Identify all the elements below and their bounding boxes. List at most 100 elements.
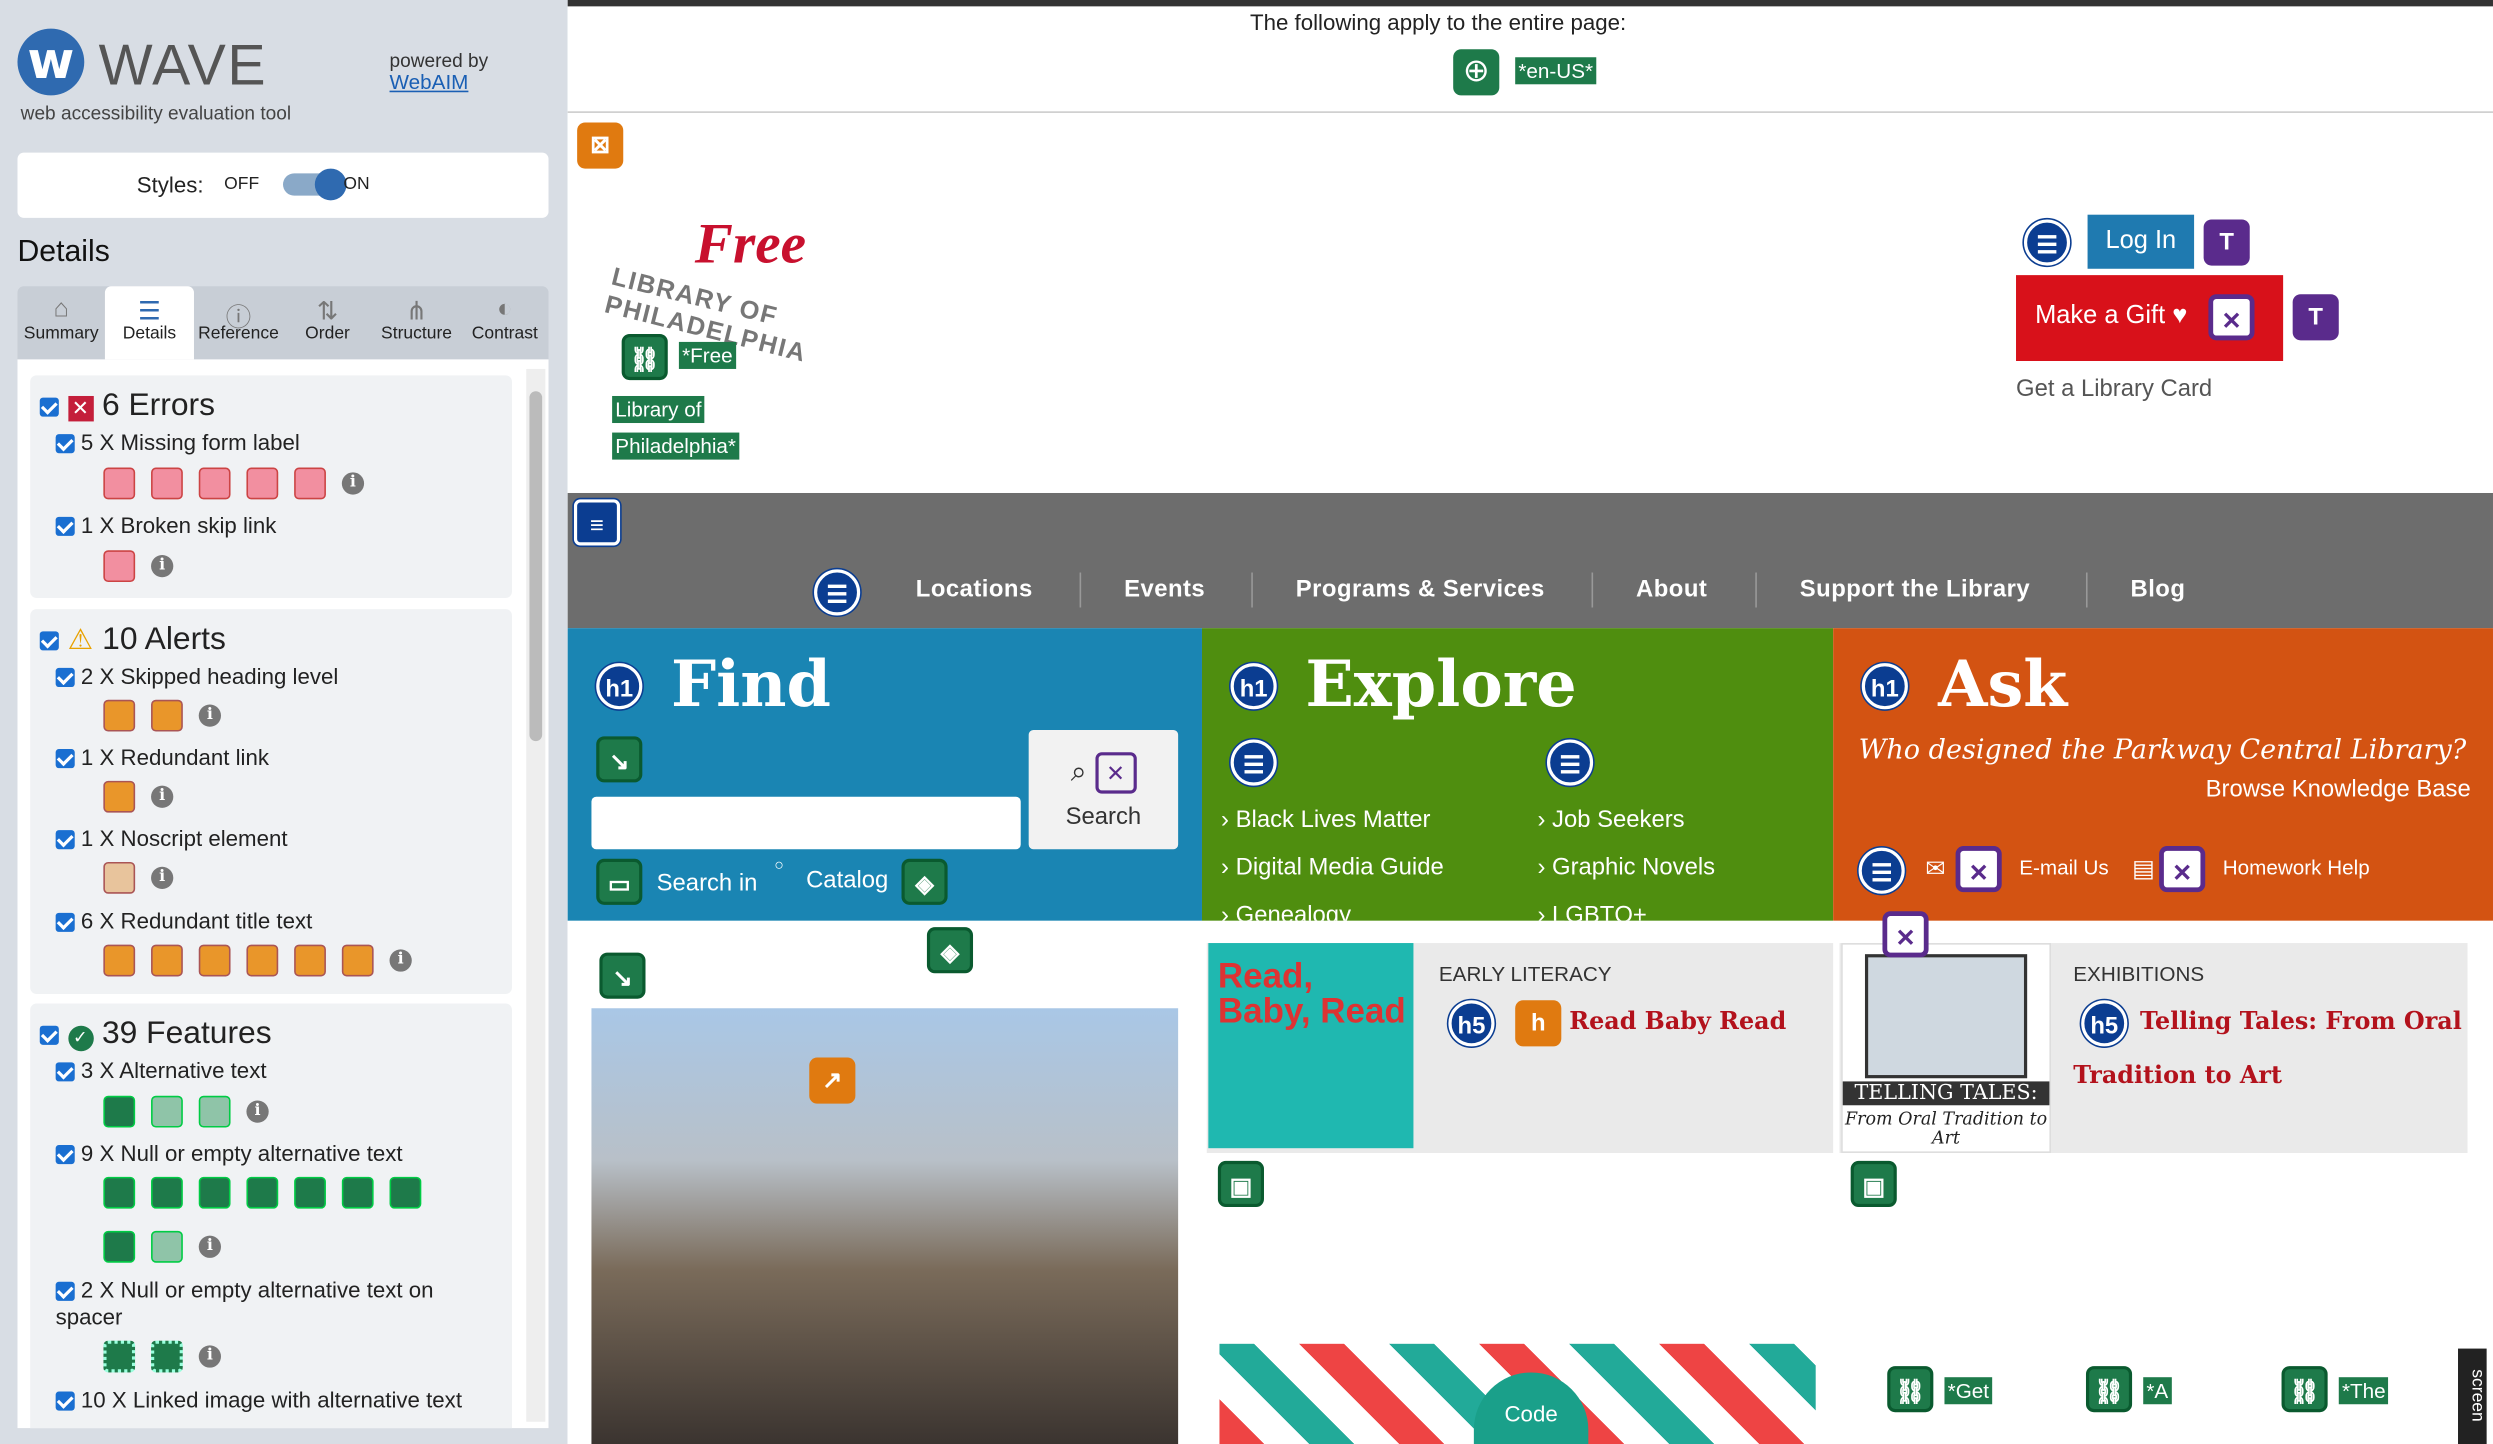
- aria-icon[interactable]: ✕: [2159, 846, 2206, 893]
- null-alt-icon[interactable]: [389, 1176, 422, 1209]
- aria-icon[interactable]: ✕: [1955, 846, 2002, 893]
- explore-link[interactable]: › Job Seekers: [1537, 806, 1684, 833]
- redundant-link-icon[interactable]: [103, 780, 136, 813]
- code-banner-image[interactable]: Code: [1219, 1343, 1816, 1444]
- info-icon[interactable]: i: [151, 555, 174, 578]
- search-input[interactable]: [591, 796, 1021, 850]
- telling-tales-link[interactable]: Tradition to Art: [2073, 1048, 2282, 1102]
- alert-item[interactable]: 1 X Redundant link: [55, 744, 269, 770]
- null-alt-icon[interactable]: [341, 1176, 374, 1209]
- nav-events[interactable]: Events: [1124, 576, 1205, 603]
- explore-link[interactable]: › Graphic Novels: [1537, 854, 1715, 881]
- h1-icon[interactable]: h1: [1230, 663, 1277, 710]
- error-item-missing-label[interactable]: 5 X Missing form label: [55, 429, 300, 455]
- tab-reference[interactable]: ⓘ Reference: [194, 286, 283, 359]
- item-checkbox[interactable]: [55, 1391, 75, 1412]
- item-checkbox[interactable]: [55, 517, 75, 537]
- list-structure-icon[interactable]: ☰: [1230, 739, 1277, 786]
- redundant-title-icon[interactable]: T: [2292, 294, 2339, 341]
- exhibitions-card[interactable]: TELLING TALES: From Oral Tradition to Ar…: [1839, 943, 2468, 1153]
- redundant-title-icon[interactable]: [294, 944, 326, 977]
- tab-order[interactable]: ⇅ Order: [283, 286, 372, 359]
- broken-skip-icon[interactable]: [103, 550, 136, 583]
- h1-icon[interactable]: h1: [1861, 663, 1908, 710]
- read-baby-read-link[interactable]: Read Baby Read: [1569, 994, 1786, 1048]
- linked-image-icon[interactable]: ⛓: [1887, 1366, 1934, 1413]
- skip-link-icon[interactable]: ↘: [599, 952, 646, 999]
- feature-item[interactable]: 10 X Linked image with alternative text: [55, 1387, 462, 1412]
- explore-link[interactable]: › Genealogy: [1221, 902, 1351, 921]
- item-checkbox[interactable]: [55, 668, 75, 688]
- linked-image-icon[interactable]: ⛓: [2085, 1366, 2133, 1413]
- knowledge-base-link[interactable]: Browse Knowledge Base: [2206, 776, 2471, 803]
- homework-link[interactable]: Homework Help: [2223, 856, 2370, 880]
- null-alt-icon[interactable]: ▣: [1850, 1160, 1897, 1208]
- noscript-icon[interactable]: [103, 861, 136, 894]
- spacer-icon[interactable]: [151, 1340, 183, 1373]
- early-literacy-card[interactable]: Read, Baby, Read EARLY LITERACY h5 h Rea…: [1206, 943, 1834, 1153]
- null-alt-icon[interactable]: [246, 1176, 279, 1209]
- feature-item[interactable]: 3 X Alternative text: [55, 1058, 267, 1083]
- alt-text-icon[interactable]: [151, 1095, 183, 1128]
- info-icon[interactable]: i: [151, 785, 174, 808]
- screen-tab[interactable]: screen: [2458, 1348, 2487, 1444]
- skipped-heading-icon[interactable]: [151, 699, 183, 732]
- nav-programs[interactable]: Programs & Services: [1296, 576, 1545, 603]
- spacer-icon[interactable]: [103, 1340, 136, 1373]
- redundant-title-icon[interactable]: [151, 944, 183, 977]
- item-checkbox[interactable]: [55, 749, 75, 769]
- null-alt-icon[interactable]: ▣: [1217, 1160, 1264, 1208]
- alt-text-icon[interactable]: [198, 1095, 231, 1128]
- email-link[interactable]: E-mail Us: [2019, 856, 2109, 880]
- null-alt-icon[interactable]: [294, 1176, 326, 1209]
- redundant-title-icon[interactable]: [103, 944, 136, 977]
- feature-item[interactable]: 2 X Null or empty alternative text on sp…: [55, 1277, 485, 1331]
- null-alt-icon[interactable]: [151, 1230, 183, 1263]
- aria-icon[interactable]: ✕: [1882, 911, 1929, 958]
- skipped-heading-icon[interactable]: h: [1515, 1000, 1562, 1047]
- alert-item[interactable]: 6 X Redundant title text: [55, 908, 313, 934]
- nav-about[interactable]: About: [1636, 576, 1707, 603]
- missing-label-icon[interactable]: [294, 467, 326, 500]
- nav-locations[interactable]: Locations: [916, 576, 1033, 603]
- item-checkbox[interactable]: [55, 1145, 75, 1165]
- scrollbar-thumb[interactable]: [529, 391, 543, 742]
- label-icon[interactable]: ▭: [596, 858, 643, 905]
- info-icon[interactable]: i: [151, 866, 174, 889]
- tab-structure[interactable]: ⋔ Structure: [372, 286, 461, 359]
- null-alt-icon[interactable]: [198, 1176, 231, 1209]
- nav-blog[interactable]: Blog: [2130, 576, 2185, 603]
- ask-question[interactable]: Who designed the Parkway Central Library…: [1859, 735, 2467, 767]
- errors-checkbox[interactable]: [39, 397, 59, 417]
- tab-summary[interactable]: ⌂ Summary: [17, 286, 104, 359]
- linked-image-icon[interactable]: ⛓: [621, 333, 668, 381]
- alert-item[interactable]: 1 X Noscript element: [55, 825, 288, 851]
- alt-text-icon[interactable]: [103, 1095, 136, 1128]
- alert-item[interactable]: 2 X Skipped heading level: [55, 663, 338, 689]
- aria-icon[interactable]: ✕: [2208, 294, 2255, 341]
- search-button[interactable]: ⌕ ✕ Search: [1028, 729, 1179, 850]
- telling-tales-link[interactable]: Telling Tales: From Oral: [2140, 994, 2462, 1048]
- missing-label-icon[interactable]: [246, 467, 279, 500]
- explore-link[interactable]: › LGBTQ+: [1537, 902, 1646, 921]
- login-button[interactable]: Log In: [2087, 214, 2195, 269]
- explore-link[interactable]: › Black Lives Matter: [1221, 806, 1430, 833]
- missing-label-icon[interactable]: [198, 467, 231, 500]
- list-structure-icon[interactable]: ☰: [2023, 219, 2071, 266]
- radio-icon[interactable]: ○: [774, 857, 784, 874]
- item-checkbox[interactable]: [55, 1282, 75, 1302]
- info-icon[interactable]: i: [246, 1100, 269, 1123]
- redundant-title-icon[interactable]: [198, 944, 231, 977]
- redundant-title-icon[interactable]: [246, 944, 279, 977]
- free-library-logo[interactable]: Free LIBRARY OF PHILADELPHIA: [602, 210, 809, 369]
- item-checkbox[interactable]: [55, 913, 75, 933]
- list-structure-icon[interactable]: ☰: [814, 569, 861, 616]
- null-alt-icon[interactable]: [103, 1176, 136, 1209]
- info-icon[interactable]: i: [389, 949, 412, 972]
- item-checkbox[interactable]: [55, 434, 75, 454]
- h1-icon[interactable]: h1: [596, 663, 643, 710]
- library-card-link[interactable]: Get a Library Card: [2016, 375, 2212, 402]
- error-item-broken-skip[interactable]: 1 X Broken skip link: [55, 512, 276, 538]
- skipped-heading-icon[interactable]: [103, 699, 136, 732]
- list-structure-icon[interactable]: ☰: [1858, 847, 1905, 894]
